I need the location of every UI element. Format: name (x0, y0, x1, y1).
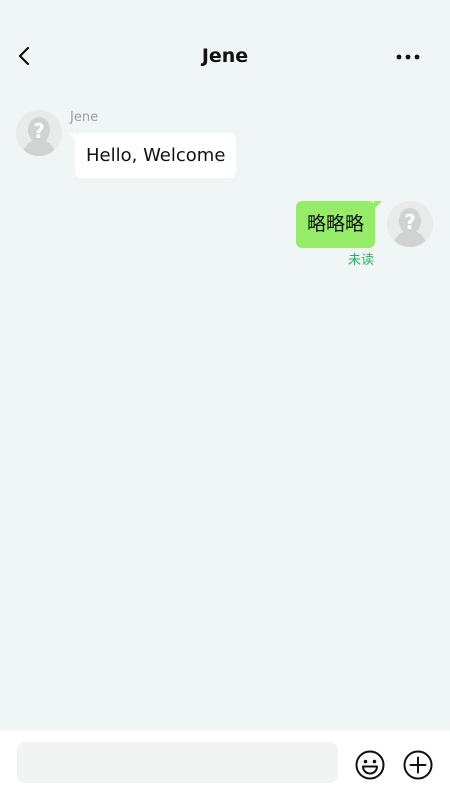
message-read-status: 未读 (347, 253, 374, 268)
svg-text:?: ? (33, 119, 45, 143)
incoming-message-bubble[interactable]: Hello, Welcome (67, 133, 237, 178)
chat-header: Jene (0, 0, 450, 112)
more-actions-button[interactable] (402, 749, 434, 781)
outgoing-message-bubble[interactable]: 略略略 (295, 201, 383, 248)
unknown-user-avatar-icon: ? (387, 201, 433, 247)
composer-bar (0, 730, 450, 800)
message-input[interactable] (17, 742, 338, 783)
sender-name: Jene (70, 110, 99, 125)
chat-screen: Jene ? Jene Hello, Welcome 略略略 ? 未读 (0, 0, 450, 800)
unknown-user-avatar-icon: ? (16, 110, 62, 156)
svg-text:?: ? (404, 210, 416, 234)
my-avatar[interactable]: ? (387, 201, 433, 247)
plus-circle-icon (403, 750, 433, 780)
emoji-button[interactable] (354, 749, 386, 781)
emoji-icon (355, 750, 385, 780)
chat-title: Jene (201, 45, 249, 67)
more-options-button[interactable] (390, 44, 426, 70)
contact-avatar[interactable]: ? (16, 110, 62, 156)
more-horizontal-icon (396, 54, 420, 60)
